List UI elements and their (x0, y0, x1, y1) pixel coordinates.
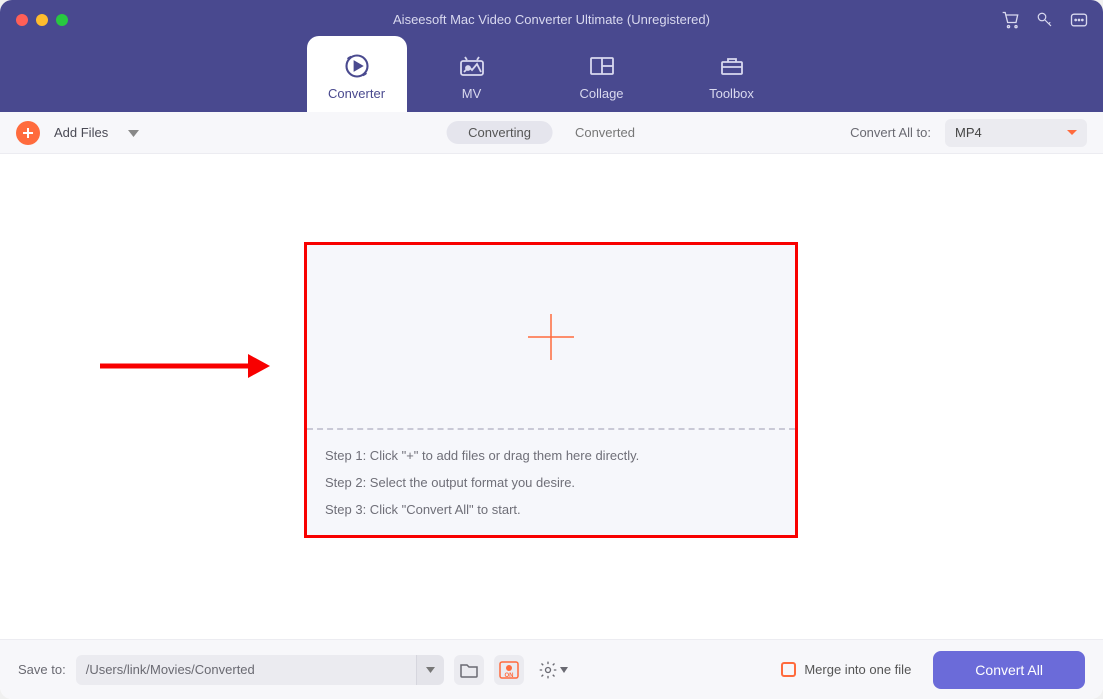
window-title: Aiseesoft Mac Video Converter Ultimate (… (0, 12, 1103, 27)
convert-all-to-label: Convert All to: (850, 125, 931, 140)
chevron-down-icon (1067, 130, 1077, 135)
annotation-arrow (100, 352, 270, 380)
svg-text:ON: ON (504, 673, 513, 679)
footer: Save to: /Users/link/Movies/Converted ON (0, 639, 1103, 699)
step-2: Step 2: Select the output format you des… (325, 475, 777, 490)
merge-label: Merge into one file (804, 662, 911, 677)
step-1: Step 1: Click "+" to add files or drag t… (325, 448, 777, 463)
cart-icon[interactable] (1001, 10, 1021, 30)
add-files-label[interactable]: Add Files (54, 125, 108, 140)
header-right-icons (1001, 10, 1089, 30)
tab-label: Toolbox (709, 86, 754, 101)
dropzone[interactable]: Step 1: Click "+" to add files or drag t… (304, 242, 798, 538)
converter-icon (343, 54, 371, 78)
toolbar: Add Files Converting Converted Convert A… (0, 112, 1103, 154)
header: Aiseesoft Mac Video Converter Ultimate (… (0, 0, 1103, 112)
save-path-dropdown[interactable] (416, 655, 444, 685)
step-3: Step 3: Click "Convert All" to start. (325, 502, 777, 517)
settings-button[interactable] (534, 655, 572, 685)
segment-converted[interactable]: Converted (553, 121, 657, 144)
checkbox-icon (781, 662, 796, 677)
open-folder-button[interactable] (454, 655, 484, 685)
plus-icon (526, 312, 576, 362)
toolbox-icon (718, 54, 746, 78)
dropzone-instructions: Step 1: Click "+" to add files or drag t… (307, 430, 795, 535)
format-selected-value: MP4 (955, 125, 982, 140)
tab-label: Collage (579, 86, 623, 101)
segment-converting[interactable]: Converting (446, 121, 553, 144)
save-path-display[interactable]: /Users/link/Movies/Converted (76, 655, 416, 685)
save-to-label: Save to: (18, 662, 66, 677)
convert-all-button[interactable]: Convert All (933, 651, 1085, 689)
tab-collage[interactable]: Collage (537, 36, 667, 112)
app-window: Aiseesoft Mac Video Converter Ultimate (… (0, 0, 1103, 699)
main-area: Step 1: Click "+" to add files or drag t… (0, 154, 1103, 639)
dropzone-add-area[interactable] (307, 245, 795, 430)
merge-checkbox[interactable]: Merge into one file (781, 662, 911, 677)
tab-label: Converter (328, 86, 385, 101)
main-tabs: Converter MV Collage (0, 36, 1103, 112)
tab-toolbox[interactable]: Toolbox (667, 36, 797, 112)
mv-icon (458, 54, 486, 78)
collage-icon (588, 54, 616, 78)
menu-icon[interactable] (1069, 10, 1089, 30)
key-icon[interactable] (1035, 10, 1055, 30)
status-segments: Converting Converted (446, 120, 657, 146)
tab-mv[interactable]: MV (407, 36, 537, 112)
tab-label: MV (462, 86, 482, 101)
gpu-accel-button[interactable]: ON (494, 655, 524, 685)
tab-converter[interactable]: Converter (307, 36, 407, 112)
format-select[interactable]: MP4 (945, 119, 1087, 147)
add-files-dropdown[interactable] (128, 124, 139, 142)
add-files-button[interactable] (16, 121, 40, 145)
